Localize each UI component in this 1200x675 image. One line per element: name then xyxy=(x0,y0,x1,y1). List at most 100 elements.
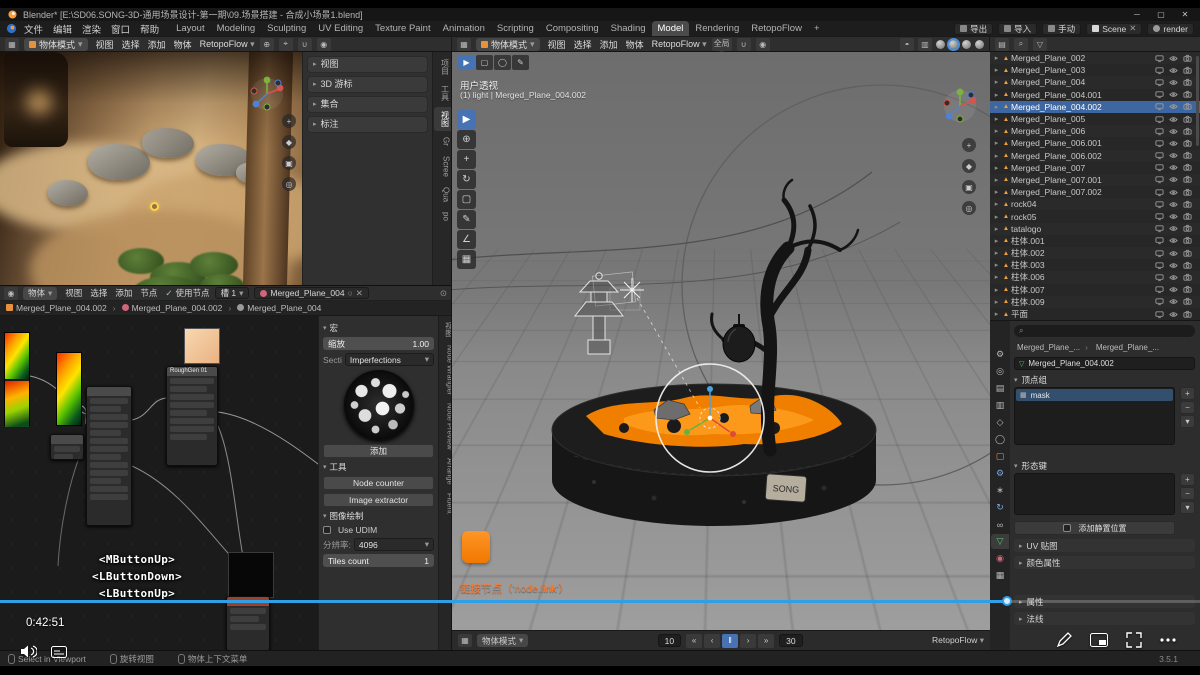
node-menu-0[interactable]: 视图 xyxy=(62,287,85,299)
viewport-menu-1[interactable]: 选择 xyxy=(119,38,143,51)
expand-icon[interactable]: ▸ xyxy=(992,127,1001,135)
menu-1[interactable]: 编辑 xyxy=(48,22,77,36)
tab-tool[interactable]: ⚙ xyxy=(991,347,1009,362)
screen-icon[interactable] xyxy=(1155,127,1164,136)
sidebar-tab[interactable]: 视图 xyxy=(437,319,453,340)
outliner-item[interactable]: ▸▲rock04 xyxy=(990,198,1200,210)
retopoflow-menu[interactable]: RetopoFlow ▾ xyxy=(652,39,707,50)
camera-icon[interactable] xyxy=(1183,175,1192,184)
remove-vertex-group-button[interactable]: − xyxy=(1180,401,1195,414)
outliner-type-icon[interactable]: ▤ xyxy=(995,38,1009,51)
path-item[interactable]: Merged_Plane_004.002 xyxy=(122,303,223,313)
import-button[interactable]: 导入 xyxy=(998,23,1037,35)
mode-dropdown[interactable]: 物体模式▾ xyxy=(477,634,528,647)
menu-4[interactable]: 帮助 xyxy=(135,22,164,36)
screen-icon[interactable] xyxy=(1155,54,1164,63)
select-circle-tool[interactable]: ◯ xyxy=(494,55,511,70)
xray-icon[interactable]: ▥ xyxy=(918,38,932,51)
vertex-groups-header[interactable]: ▾顶点组 xyxy=(1014,373,1195,386)
outliner-item[interactable]: ▸▲Merged_Plane_006.001 xyxy=(990,137,1200,149)
macro-section-header[interactable]: ▾宏 xyxy=(323,322,434,334)
node-menu-3[interactable]: 节点 xyxy=(137,287,160,299)
fullscreen-icon[interactable] xyxy=(1126,632,1142,648)
sidebar-tab[interactable]: Qua xyxy=(434,183,452,206)
camera-icon[interactable] xyxy=(1183,261,1192,270)
outliner-item[interactable]: ▸▲Merged_Plane_003 xyxy=(990,64,1200,76)
outliner-item[interactable]: ▸▲rock05 xyxy=(990,210,1200,222)
viewport-menu-0[interactable]: 视图 xyxy=(93,38,117,51)
expand-icon[interactable]: ▸ xyxy=(992,66,1001,74)
npanel-section[interactable]: ▸3D 游标 xyxy=(307,76,428,93)
search-icon[interactable]: ⌕ xyxy=(1014,38,1028,51)
color-attributes-section[interactable]: ▸颜色属性 xyxy=(1014,556,1195,569)
remove-shape-key-button[interactable]: − xyxy=(1180,487,1195,500)
camera-icon[interactable] xyxy=(1183,310,1192,319)
screen-icon[interactable] xyxy=(1155,236,1164,245)
eye-icon[interactable] xyxy=(1169,78,1178,87)
slot-dropdown[interactable]: 槽 1▾ xyxy=(215,287,250,299)
sidebar-tab[interactable]: 视图 xyxy=(434,107,452,131)
tab-output[interactable]: ▤ xyxy=(991,381,1009,396)
outliner-item[interactable]: ▸▲Merged_Plane_006.002 xyxy=(990,150,1200,162)
screen-icon[interactable] xyxy=(1155,78,1164,87)
expand-icon[interactable]: ▸ xyxy=(992,200,1001,208)
select-box-tool[interactable]: ▢ xyxy=(476,55,493,70)
menu-0[interactable]: 文件 xyxy=(19,22,48,36)
shader-node[interactable] xyxy=(226,596,270,650)
outliner-item[interactable]: ▸▲Merged_Plane_006 xyxy=(990,125,1200,137)
outliner-item[interactable]: ▸▲Merged_Plane_002 xyxy=(990,52,1200,64)
screen-icon[interactable] xyxy=(1155,115,1164,124)
shader-node[interactable] xyxy=(50,434,84,460)
tab-render[interactable]: ◎ xyxy=(991,364,1009,379)
outliner-item[interactable]: ▸▲柱体.003 xyxy=(990,259,1200,271)
shape-keys-list[interactable] xyxy=(1014,473,1175,515)
sidebar-tab[interactable]: Arrange xyxy=(437,455,453,488)
eye-icon[interactable] xyxy=(1169,151,1178,160)
zoom-icon[interactable]: + xyxy=(962,138,976,152)
snap-magnet-icon[interactable]: ∪ xyxy=(737,38,751,51)
jump-end-button[interactable]: » xyxy=(758,634,774,648)
sidebar-tab[interactable]: 工具 xyxy=(434,81,452,105)
eye-icon[interactable] xyxy=(1169,115,1178,124)
shading-rendered-icon[interactable] xyxy=(975,40,984,49)
tab-material[interactable]: ◉ xyxy=(991,551,1009,566)
npanel-section[interactable]: ▸视图 xyxy=(307,56,428,73)
main-3d-viewport[interactable]: SONG xyxy=(452,52,990,630)
expand-icon[interactable]: ▸ xyxy=(992,115,1001,123)
navigation-gizmo[interactable] xyxy=(247,74,287,114)
tab-object-data[interactable]: ▽ xyxy=(991,534,1009,549)
retopoflow-menu[interactable]: RetopoFlow ▾ xyxy=(932,635,984,646)
search-input[interactable]: ⌕ xyxy=(1014,325,1195,337)
editor-type-icon[interactable]: ▦ xyxy=(5,38,19,51)
expand-icon[interactable]: ▸ xyxy=(992,225,1001,233)
add-vertex-group-button[interactable]: + xyxy=(1180,387,1195,400)
shader-node[interactable] xyxy=(86,386,132,526)
screen-icon[interactable] xyxy=(1155,212,1164,221)
viewport-menu-2[interactable]: 添加 xyxy=(597,38,621,51)
outliner-item[interactable]: ▸▲柱体.006 xyxy=(990,271,1200,283)
expand-icon[interactable]: ▸ xyxy=(992,78,1001,86)
tab-object[interactable]: ▢ xyxy=(991,449,1009,464)
screen-icon[interactable] xyxy=(1155,66,1164,75)
node-counter-button[interactable]: Node counter xyxy=(323,476,434,490)
expand-icon[interactable]: ▸ xyxy=(992,286,1001,294)
eye-icon[interactable] xyxy=(1169,212,1178,221)
screen-icon[interactable] xyxy=(1155,249,1164,258)
editor-type-icon[interactable]: ▦ xyxy=(458,634,472,647)
eye-icon[interactable] xyxy=(1169,163,1178,172)
outliner-item[interactable]: ▸▲Merged_Plane_004.001 xyxy=(990,89,1200,101)
camera-icon[interactable] xyxy=(1183,188,1192,197)
expand-icon[interactable]: ▸ xyxy=(992,139,1001,147)
pin-icon[interactable]: ⊙ xyxy=(440,288,447,299)
tab-constraints[interactable]: ∞ xyxy=(991,517,1009,532)
editor-type-icon[interactable]: ◉ xyxy=(4,287,18,300)
camera-icon[interactable] xyxy=(1183,249,1192,258)
add-shape-key-button[interactable]: + xyxy=(1180,473,1195,486)
outliner-scrollbar[interactable] xyxy=(1196,56,1199,146)
expand-icon[interactable]: ▸ xyxy=(992,103,1001,111)
outliner-item[interactable]: ▸▲Merged_Plane_004.002 xyxy=(990,101,1200,113)
minimize-button[interactable]: ─ xyxy=(1130,10,1144,19)
screen-icon[interactable] xyxy=(1155,151,1164,160)
camera-icon[interactable] xyxy=(1183,115,1192,124)
npanel-section[interactable]: ▸集合 xyxy=(307,96,428,113)
